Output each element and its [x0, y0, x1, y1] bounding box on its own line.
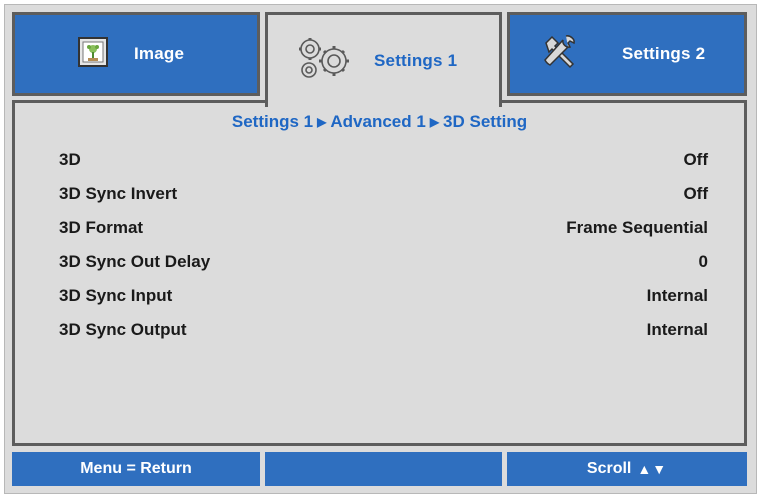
setting-label: 3D Sync Input — [59, 286, 173, 305]
setting-label: 3D Sync Out Delay — [59, 252, 211, 271]
gears-icon — [296, 37, 354, 86]
status-bar: Menu = Return Scroll ▲▼ — [12, 452, 747, 486]
breadcrumb: Settings 1 ▶ Advanced 1 ▶ 3D Setting — [15, 112, 744, 132]
setting-label: 3D Sync Invert — [59, 184, 178, 203]
setting-row-3d-format[interactable]: 3D Format Frame Sequential — [59, 211, 708, 245]
tools-icon — [540, 33, 578, 76]
setting-value[interactable]: Internal — [647, 286, 708, 306]
setting-value[interactable]: Off — [683, 184, 708, 204]
tab-settings-2-label: Settings 2 — [622, 44, 706, 63]
status-bar-middle — [265, 452, 502, 486]
setting-row-3d-sync-invert[interactable]: 3D Sync Invert Off — [59, 177, 708, 211]
settings-panel: Settings 1 ▶ Advanced 1 ▶ 3D Setting 3D Off … — [12, 100, 747, 446]
menu-return-hint: Menu = Return — [12, 452, 260, 486]
breadcrumb-separator-icon: ▶ — [429, 115, 440, 129]
setting-row-3d-sync-out-delay[interactable]: 3D Sync Out Delay 0 — [59, 245, 708, 279]
setting-row-3d-sync-input[interactable]: 3D Sync Input Internal — [59, 279, 708, 313]
setting-row-3d-sync-output[interactable]: 3D Sync Output Internal — [59, 313, 708, 347]
setting-label: 3D Format — [59, 218, 144, 237]
breadcrumb-advanced-1[interactable]: Advanced 1 — [330, 112, 425, 131]
setting-row-3d[interactable]: 3D Off — [59, 143, 708, 177]
setting-value[interactable]: Off — [683, 150, 708, 170]
setting-label: 3D Sync Output — [59, 320, 187, 339]
scroll-arrows-icon: ▲▼ — [637, 461, 668, 477]
tab-image[interactable]: Image — [12, 12, 260, 96]
tab-settings-2[interactable]: Settings 2 — [507, 12, 747, 96]
tab-settings-1[interactable]: Settings 1 — [265, 12, 502, 107]
setting-value[interactable]: 0 — [699, 252, 708, 272]
scroll-label: Scroll — [586, 460, 632, 477]
breadcrumb-3d-setting: 3D Setting — [443, 112, 528, 131]
image-icon — [78, 36, 108, 72]
tab-bar: Image Settings 1 Settings 2 — [12, 12, 747, 107]
tab-settings-1-label: Settings 1 — [374, 51, 458, 70]
menu-return-label: Menu = Return — [80, 460, 192, 477]
scroll-hint: Scroll ▲▼ — [507, 452, 747, 486]
breadcrumb-separator-icon: ▶ — [317, 115, 327, 129]
setting-label: 3D — [59, 150, 81, 169]
setting-value[interactable]: Frame Sequential — [566, 218, 708, 238]
breadcrumb-settings-1[interactable]: Settings 1 — [232, 112, 313, 131]
tab-image-label: Image — [134, 44, 185, 63]
settings-list: 3D Off 3D Sync Invert Off 3D Format Fram… — [59, 143, 708, 347]
setting-value[interactable]: Internal — [647, 320, 708, 340]
